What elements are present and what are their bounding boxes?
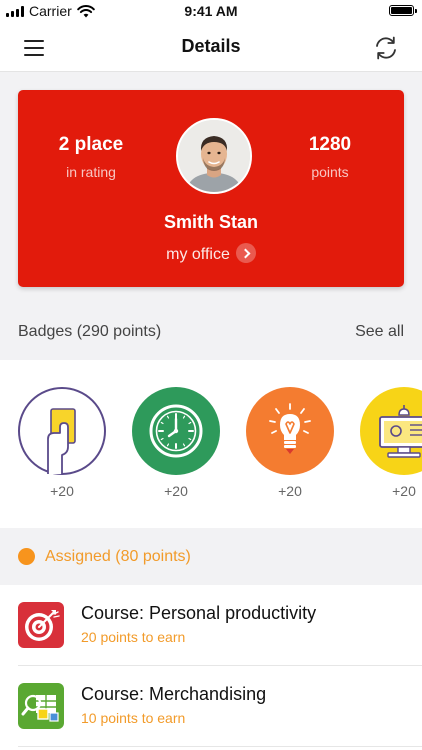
avatar[interactable] (176, 118, 252, 194)
computer-icon (379, 405, 422, 458)
course-title: Course: Personal productivity (81, 603, 317, 623)
list-item[interactable]: Course: Merchandising 10 points to earn (0, 666, 422, 747)
assigned-dot-icon (18, 548, 35, 565)
status-time: 9:41 AM (184, 3, 238, 19)
course-title: Course: Merchandising (81, 684, 267, 704)
nav-bar: Details (0, 24, 422, 72)
lightbulb-icon (269, 403, 311, 454)
rank-stat: 2 place in rating (31, 134, 151, 180)
my-office-link[interactable]: my office (18, 243, 404, 265)
badge-yellow-card[interactable] (18, 387, 106, 475)
assigned-title: Assigned (80 points) (45, 548, 191, 565)
points-stat: 1280 points (270, 134, 390, 180)
course-points: 20 points to earn (81, 629, 186, 645)
badge-points: +20 (392, 483, 416, 499)
badge-clock[interactable] (132, 387, 220, 475)
clock-icon (149, 404, 203, 458)
badge-computer[interactable] (360, 387, 422, 475)
profile-card: 2 place in rating 1280 points Smith Stan… (18, 90, 404, 287)
badge-points: +20 (50, 483, 74, 499)
see-all-link[interactable]: See all (355, 323, 404, 341)
course-points: 10 points to earn (81, 710, 186, 726)
user-name: Smith Stan (163, 212, 258, 232)
chevron-right-icon (235, 243, 256, 263)
assigned-header: Assigned (80 points) (0, 528, 422, 585)
points-label: points (311, 164, 349, 180)
yellow-card-icon (18, 387, 106, 475)
courses-list: Course: Personal productivity 20 points … (0, 585, 422, 750)
rank-value: 2 place (58, 134, 124, 155)
badges-carousel[interactable]: +20 +20 +20 +20 (0, 360, 422, 528)
list-item[interactable]: Course: Personal productivity 20 points … (0, 585, 422, 666)
target-icon (18, 602, 64, 648)
status-bar: Carrier 9:41 AM (0, 0, 422, 24)
badges-title: Badges (290 points) (18, 323, 162, 340)
badge-points: +20 (164, 483, 188, 499)
points-value: 1280 (308, 134, 352, 155)
merchandising-icon (18, 683, 64, 729)
rank-label: in rating (66, 164, 116, 180)
refresh-icon[interactable] (372, 34, 400, 62)
user-photo (178, 120, 250, 192)
my-office-label: my office (166, 246, 230, 264)
divider (18, 746, 422, 747)
battery-icon (389, 5, 417, 16)
badge-lightbulb[interactable] (246, 387, 334, 475)
page-title: Details (181, 36, 241, 56)
badge-points: +20 (278, 483, 302, 499)
